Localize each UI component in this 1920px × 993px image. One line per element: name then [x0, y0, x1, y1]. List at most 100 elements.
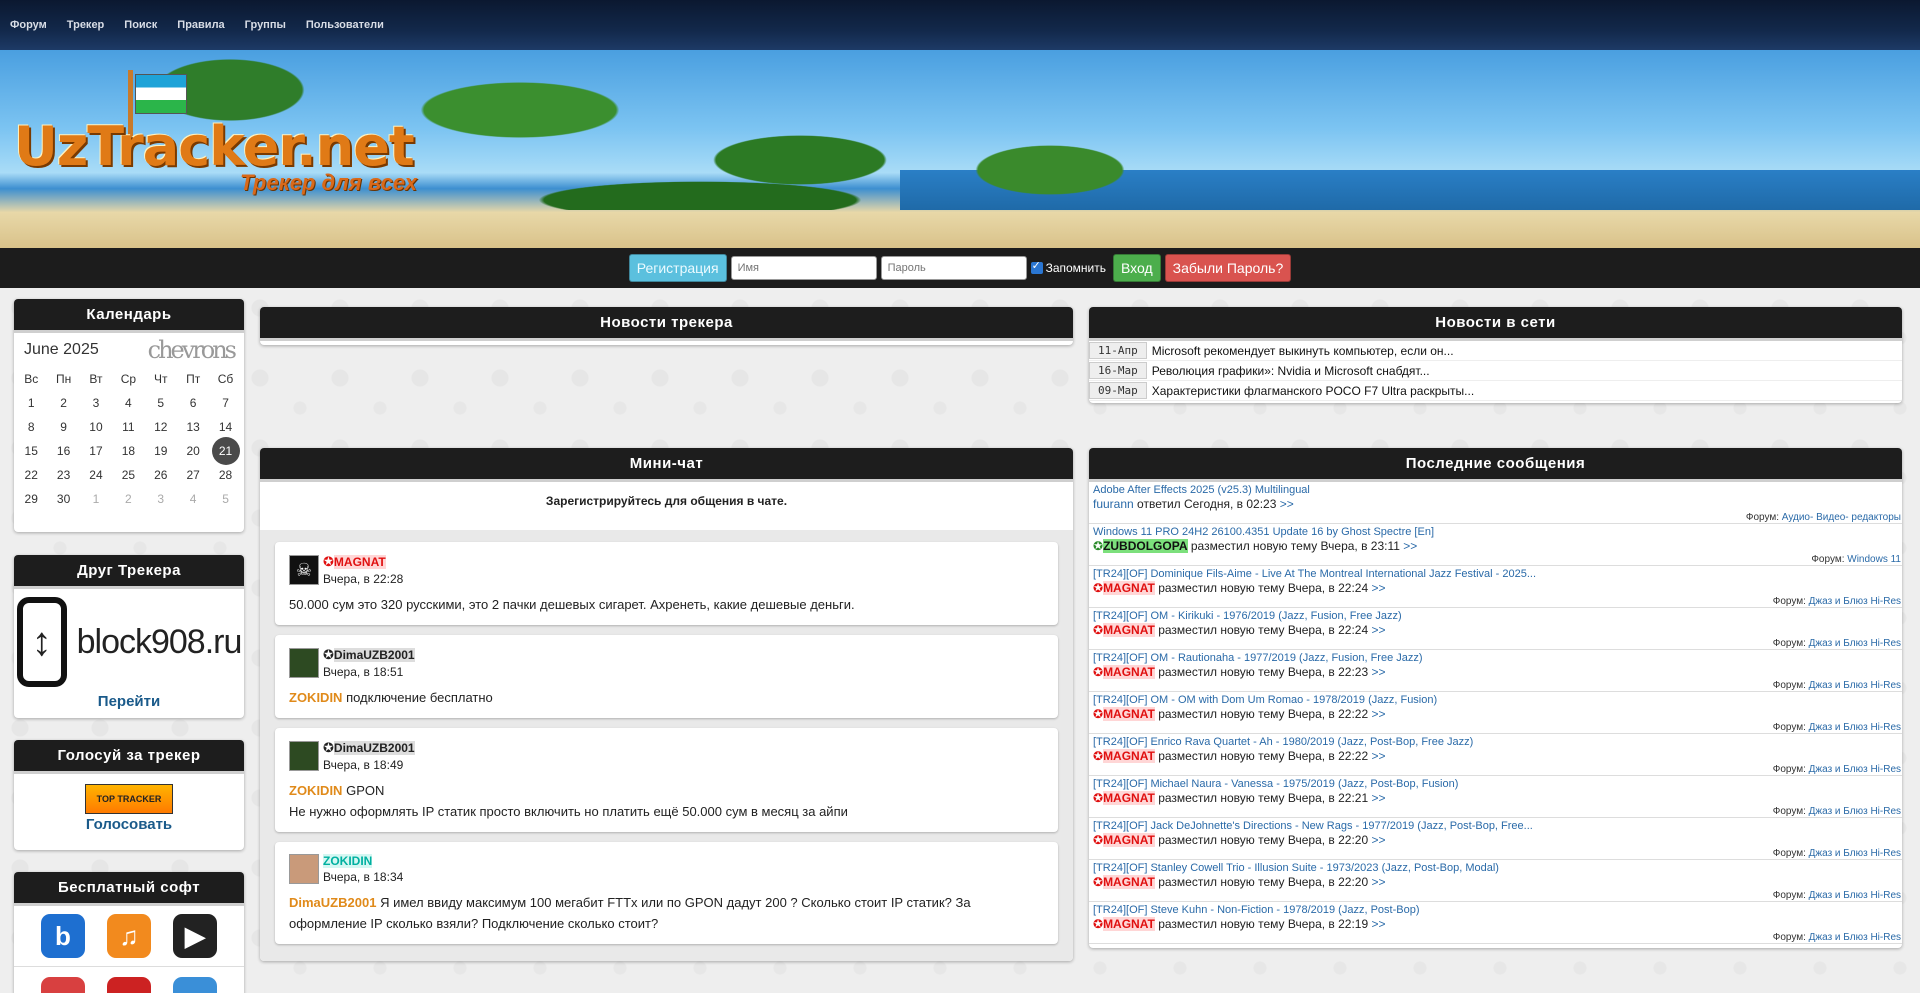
calendar-day-today[interactable]: 21 [209, 437, 241, 465]
post-user[interactable]: fuurann [1093, 497, 1134, 511]
forgot-password-button[interactable]: Забыли Пароль? [1164, 254, 1292, 282]
post-title[interactable]: [TR24][OF] Dominique Fils-Aime - Live At… [1093, 568, 1900, 580]
nav-users[interactable]: Пользователи [306, 19, 384, 31]
nav-tracker[interactable]: Трекер [67, 19, 104, 31]
post-title[interactable]: Windows 11 PRO 24H2 26100.4351 Update 16… [1093, 526, 1900, 538]
calendar-day[interactable]: 4 [112, 391, 144, 415]
username-input[interactable] [730, 256, 877, 280]
post-user[interactable]: MAGNAT [1103, 623, 1155, 637]
calendar-day[interactable]: 25 [112, 463, 144, 487]
calendar-day[interactable]: 12 [145, 415, 177, 439]
calendar-day[interactable]: 5 [145, 391, 177, 415]
post-forum-link[interactable]: Джаз и Блюз Hi-Res [1809, 932, 1901, 943]
calendar-day[interactable]: 9 [47, 415, 79, 439]
post-goto-link[interactable]: >> [1280, 497, 1294, 511]
post-forum-link[interactable]: Джаз и Блюз Hi-Res [1809, 890, 1901, 901]
post-title[interactable]: [TR24][OF] OM - Kirikuki - 1976/2019 (Ja… [1093, 610, 1900, 622]
calendar-day[interactable]: 27 [177, 463, 209, 487]
post-title[interactable]: [TR24][OF] Jack DeJohnette's Directions … [1093, 820, 1900, 832]
post-title[interactable]: [TR24][OF] Steve Kuhn - Non-Fiction - 19… [1093, 904, 1900, 916]
post-goto-link[interactable]: >> [1372, 581, 1386, 595]
post-goto-link[interactable]: >> [1372, 875, 1386, 889]
calendar-day[interactable]: 14 [209, 415, 241, 439]
calendar-day[interactable]: 29 [15, 487, 47, 511]
calendar-day[interactable]: 20 [177, 439, 209, 463]
nav-forum[interactable]: Форум [10, 19, 47, 31]
calendar-day[interactable]: 3 [145, 487, 177, 511]
avatar[interactable] [289, 648, 319, 678]
checkbox-checked-icon[interactable] [1030, 259, 1043, 274]
post-goto-link[interactable]: >> [1372, 833, 1386, 847]
post-user[interactable]: MAGNAT [1103, 707, 1155, 721]
post-forum-link[interactable]: Джаз и Блюз Hi-Res [1809, 680, 1901, 691]
opera-like-icon[interactable] [107, 977, 151, 993]
post-user[interactable]: MAGNAT [1103, 791, 1155, 805]
calendar-day[interactable]: 10 [80, 415, 112, 439]
calendar-day[interactable]: 2 [47, 391, 79, 415]
post-user[interactable]: MAGNAT [1103, 581, 1155, 595]
friend-link[interactable]: Перейти [14, 693, 244, 710]
chat-mention[interactable]: ZOKIDIN [289, 783, 342, 798]
calendar-nav-arrows-icon[interactable]: chevrons [148, 336, 237, 364]
media-player-321-icon[interactable]: ▶ [173, 914, 217, 958]
post-title[interactable]: [TR24][OF] Stanley Cowell Trio - Illusio… [1093, 862, 1900, 874]
calendar-day[interactable]: 6 [177, 391, 209, 415]
post-goto-link[interactable]: >> [1372, 791, 1386, 805]
avatar[interactable] [289, 854, 319, 884]
news-text[interactable]: Microsoft рекомендует выкинуть компьютер… [1152, 344, 1454, 358]
site-logo[interactable]: UzTracker.net [14, 115, 415, 178]
post-goto-link[interactable]: >> [1403, 539, 1417, 553]
post-forum-link[interactable]: Джаз и Блюз Hi-Res [1809, 722, 1901, 733]
calendar-day[interactable]: 4 [177, 487, 209, 511]
post-forum-link[interactable]: Аудио- Видео- редакторы [1782, 512, 1901, 523]
chat-username[interactable]: MAGNAT [333, 555, 386, 569]
post-forum-link[interactable]: Джаз и Блюз Hi-Res [1809, 638, 1901, 649]
chat-messages[interactable]: ☠ ✪MAGNAT Вчера, в 22:28 50.000 сум это … [260, 530, 1073, 961]
calendar-day[interactable]: 13 [177, 415, 209, 439]
nav-rules[interactable]: Правила [177, 19, 224, 31]
calendar-day[interactable]: 11 [112, 415, 144, 439]
post-goto-link[interactable]: >> [1372, 749, 1386, 763]
remember-checkbox[interactable]: Запомнить [1030, 259, 1106, 275]
nav-groups[interactable]: Группы [245, 19, 286, 31]
post-forum-link[interactable]: Джаз и Блюз Hi-Res [1809, 596, 1901, 607]
post-forum-link[interactable]: Джаз и Блюз Hi-Res [1809, 848, 1901, 859]
post-user[interactable]: MAGNAT [1103, 665, 1155, 679]
calendar-day[interactable]: 16 [47, 439, 79, 463]
chat-mention[interactable]: ZOKIDIN [289, 690, 342, 705]
calendar-day[interactable]: 30 [47, 487, 79, 511]
calendar-day[interactable]: 22 [15, 463, 47, 487]
post-user[interactable]: MAGNAT [1103, 917, 1155, 931]
calendar-day[interactable]: 17 [80, 439, 112, 463]
password-input[interactable] [880, 256, 1027, 280]
post-forum-link[interactable]: Джаз и Блюз Hi-Res [1809, 806, 1901, 817]
news-text[interactable]: Революция графики»: Nvidia и Microsoft с… [1152, 364, 1430, 378]
calendar-day[interactable]: 26 [145, 463, 177, 487]
chat-username[interactable]: DimaUZB2001 [333, 741, 415, 755]
calendar-day[interactable]: 28 [209, 463, 241, 487]
post-forum-link[interactable]: Джаз и Блюз Hi-Res [1809, 764, 1901, 775]
post-goto-link[interactable]: >> [1372, 917, 1386, 931]
net-news-item[interactable]: 09-Мар Характеристики флагманского POCO … [1089, 381, 1902, 401]
net-news-item[interactable]: 11-Апр Microsoft рекомендует выкинуть ко… [1089, 341, 1902, 361]
post-title[interactable]: [TR24][OF] OM - OM with Dom Um Romao - 1… [1093, 694, 1900, 706]
calendar-day[interactable]: 24 [80, 463, 112, 487]
net-news-item[interactable]: 16-Мар Революция графики»: Nvidia и Micr… [1089, 361, 1902, 381]
register-button[interactable]: Регистрация [628, 254, 727, 282]
avatar[interactable] [289, 741, 319, 771]
calendar-day[interactable]: 1 [80, 487, 112, 511]
chat-mention[interactable]: DimaUZB2001 [289, 895, 376, 910]
blue-app-icon[interactable] [173, 977, 217, 993]
post-title[interactable]: [TR24][OF] Michael Naura - Vanessa - 197… [1093, 778, 1900, 790]
calendar-day[interactable]: 19 [145, 439, 177, 463]
post-goto-link[interactable]: >> [1372, 665, 1386, 679]
app-b-icon[interactable]: b [41, 914, 85, 958]
red-app-icon[interactable] [41, 977, 85, 993]
calendar-day[interactable]: 2 [112, 487, 144, 511]
calendar-day[interactable]: 3 [80, 391, 112, 415]
calendar-day[interactable]: 23 [47, 463, 79, 487]
calendar-day[interactable]: 18 [112, 439, 144, 463]
post-goto-link[interactable]: >> [1372, 707, 1386, 721]
post-title[interactable]: [TR24][OF] OM - Rautionaha - 1977/2019 (… [1093, 652, 1900, 664]
post-title[interactable]: Adobe After Effects 2025 (v25.3) Multili… [1093, 484, 1900, 496]
